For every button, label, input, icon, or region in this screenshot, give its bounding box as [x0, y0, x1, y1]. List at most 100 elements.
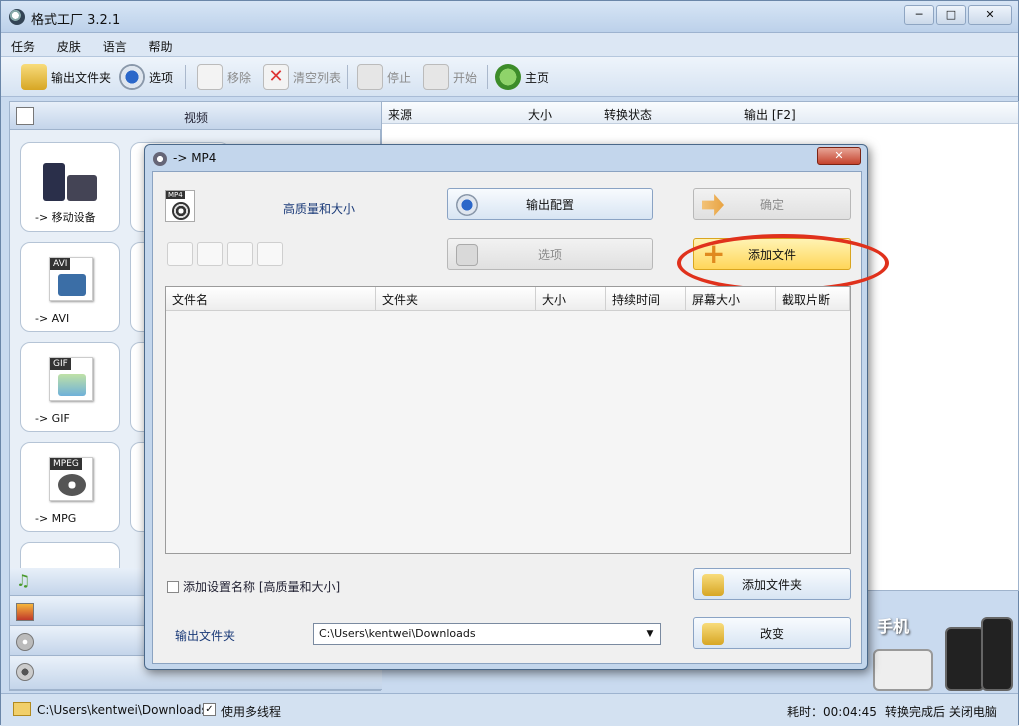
dialog-title: -> MP4 — [173, 151, 217, 165]
arrow-right-icon — [702, 194, 724, 216]
file-action-icons — [167, 242, 283, 266]
menu-task[interactable]: 任务 — [1, 33, 43, 55]
after-conversion-option[interactable]: 转换完成后 关闭电脑 — [885, 703, 997, 720]
home-label: 主页 — [525, 70, 550, 85]
maximize-button[interactable]: □ — [936, 5, 966, 25]
promo-banner[interactable]: 手机 — [861, 601, 1019, 691]
video-category-label: 视频 — [183, 111, 208, 125]
output-path-value: C:\Users\kentwei\Downloads — [319, 627, 476, 640]
app-icon — [153, 152, 167, 166]
tools-icon — [16, 663, 34, 681]
output-folder-button[interactable]: 输出文件夹 — [21, 63, 111, 91]
col-output[interactable]: 输出 [F2] — [744, 106, 796, 123]
mp4-tag: MP4 — [166, 191, 185, 199]
music-icon: ♫ — [16, 571, 31, 590]
disc-icon — [16, 633, 34, 651]
col-screen-size[interactable]: 屏幕大小 — [686, 287, 776, 311]
change-button[interactable]: 改变 — [693, 617, 851, 649]
gif-icon: GIF — [49, 357, 93, 401]
tile-avi[interactable]: AVI -> AVI — [20, 242, 120, 332]
col-size[interactable]: 大小 — [528, 106, 552, 123]
film-strip-icon — [67, 175, 97, 201]
promo-label: 手机 — [877, 617, 910, 636]
play-icon[interactable] — [227, 242, 253, 266]
add-setting-label: 添加设置名称 [高质量和大小] — [183, 580, 341, 594]
multithread-checkbox[interactable]: ✓ — [203, 703, 216, 716]
mpeg-tag: MPEG — [50, 458, 82, 470]
delete-icon[interactable] — [197, 242, 223, 266]
add-setting-option[interactable]: 添加设置名称 [高质量和大小] — [167, 578, 340, 595]
output-config-button[interactable]: 输出配置 — [447, 188, 653, 220]
col-size[interactable]: 大小 — [536, 287, 606, 311]
add-icon[interactable] — [167, 242, 193, 266]
multithread-label: 使用多线程 — [221, 705, 282, 719]
options-button[interactable]: 选项 — [119, 63, 173, 91]
chevron-down-icon: ▼ — [646, 629, 654, 639]
col-source[interactable]: 来源 — [388, 106, 412, 123]
col-filename[interactable]: 文件名 — [166, 287, 376, 311]
col-clip[interactable]: 截取片断 — [776, 287, 850, 311]
change-label: 改变 — [759, 626, 784, 641]
start-button[interactable]: 开始 — [423, 63, 477, 91]
output-folder-label: 输出文件夹 — [51, 70, 112, 85]
highlight-ellipse — [677, 234, 889, 292]
add-setting-checkbox[interactable] — [167, 580, 179, 593]
menu-help[interactable]: 帮助 — [139, 33, 181, 55]
dialog-close-button[interactable]: ✕ — [817, 147, 861, 165]
menu-skin[interactable]: 皮肤 — [47, 33, 89, 55]
col-folder[interactable]: 文件夹 — [376, 287, 536, 311]
stop-button[interactable]: 停止 — [357, 63, 411, 91]
ok-label: 确定 — [759, 197, 784, 212]
tile-mpg[interactable]: MPEG -> MPG — [20, 442, 120, 532]
clear-icon: ✕ — [263, 64, 289, 90]
picture-icon — [16, 603, 34, 621]
tile-mobile[interactable]: -> 移动设备 — [20, 142, 120, 232]
ok-button[interactable]: 确定 — [693, 188, 851, 220]
gear-icon — [119, 64, 145, 90]
remove-button[interactable]: 移除 — [197, 63, 251, 91]
close-button[interactable]: ✕ — [968, 5, 1012, 25]
phone-icon — [981, 617, 1013, 691]
app-title: 格式工厂 3.2.1 — [31, 13, 121, 28]
output-path-status[interactable]: C:\Users\kentwei\Downloads — [37, 703, 208, 717]
info-icon[interactable] — [257, 242, 283, 266]
folder-add-icon — [702, 574, 724, 596]
add-folder-label: 添加文件夹 — [741, 577, 802, 592]
tile-gif-label: -> GIF — [35, 412, 70, 425]
tile-mobile-label: -> 移动设备 — [35, 211, 96, 224]
status-bar: C:\Users\kentwei\Downloads ✓ 使用多线程 耗时：00… — [1, 693, 1018, 726]
avi-icon: AVI — [49, 257, 93, 301]
clear-list-button[interactable]: ✕ 清空列表 — [263, 63, 341, 91]
gear-icon — [456, 194, 478, 216]
output-folder-select[interactable]: C:\Users\kentwei\Downloads ▼ — [313, 623, 661, 645]
phone-icon — [43, 163, 65, 201]
tile-gif[interactable]: GIF -> GIF — [20, 342, 120, 432]
output-config-label: 输出配置 — [525, 197, 574, 212]
output-folder-label: 输出文件夹 — [175, 629, 236, 643]
stop-icon — [357, 64, 383, 90]
video-category-header[interactable]: 视频 — [10, 102, 382, 130]
phone-icon — [945, 627, 985, 691]
minimize-button[interactable]: ─ — [904, 5, 934, 25]
home-button[interactable]: 主页 — [495, 63, 549, 91]
elapsed-time: 耗时：00:04:45 — [787, 705, 877, 719]
remove-icon — [197, 64, 223, 90]
menu-language[interactable]: 语言 — [93, 33, 135, 55]
clear-list-label: 清空列表 — [293, 70, 342, 85]
options-button[interactable]: 选项 — [447, 238, 653, 270]
mp4-icon: MP4 — [165, 190, 195, 222]
gif-tag: GIF — [50, 358, 71, 370]
col-duration[interactable]: 持续时间 — [606, 287, 686, 311]
remove-label: 移除 — [227, 70, 252, 85]
device-icon — [873, 649, 933, 691]
mp4-dialog: -> MP4 ✕ MP4 高质量和大小 输出配置 确定 选项 + 添加文件 文件… — [144, 144, 889, 670]
folder-icon — [13, 702, 31, 716]
dialog-title-bar: -> MP4 ✕ — [145, 145, 867, 171]
menu-bar: 任务 皮肤 语言 帮助 — [1, 33, 1018, 57]
options-label: 选项 — [149, 70, 174, 85]
dialog-body: MP4 高质量和大小 输出配置 确定 选项 + 添加文件 文件名 文件夹 大小 … — [152, 171, 889, 664]
start-label: 开始 — [453, 70, 478, 85]
add-folder-button[interactable]: 添加文件夹 — [693, 568, 851, 600]
task-list-header: 来源 大小 转换状态 输出 [F2] — [382, 102, 1018, 124]
col-status[interactable]: 转换状态 — [604, 106, 652, 123]
